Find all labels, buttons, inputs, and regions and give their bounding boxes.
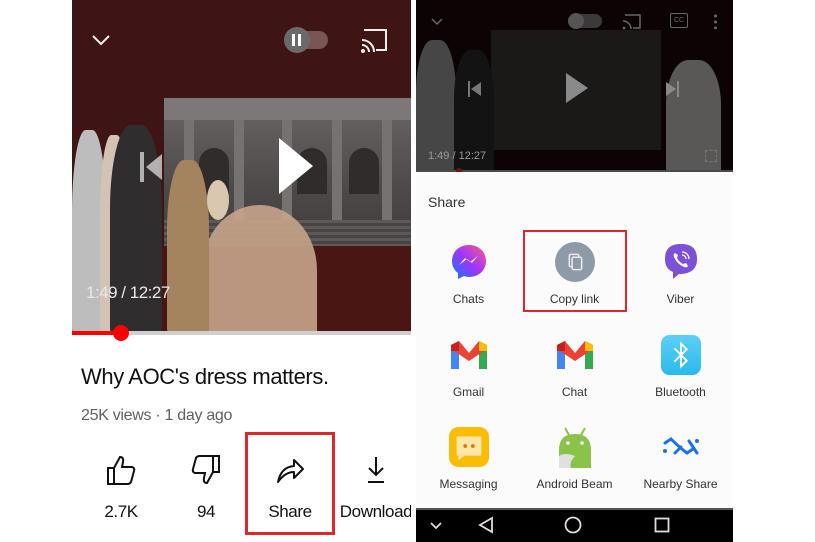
home-icon[interactable] [564,516,582,534]
share-target-messaging[interactable]: Messaging [416,427,521,491]
autoplay-toggle-icon[interactable] [284,26,330,54]
share-target-chat[interactable]: Chat [522,335,627,399]
share-sheet-title: Share [428,194,466,210]
skip-next-icon[interactable] [665,80,679,98]
progress-bar[interactable] [72,325,411,341]
more-vert-icon[interactable] [714,13,717,29]
chevron-down-icon[interactable] [430,17,444,27]
share-target-chats[interactable]: Chats [416,242,521,306]
thumbs-up-icon [107,455,136,485]
time-display: 1:49 / 12:27 [428,150,487,162]
cast-icon[interactable] [360,26,388,54]
play-icon[interactable] [566,73,588,103]
android-beam-icon [555,427,595,468]
chevron-down-icon[interactable] [91,33,111,47]
skip-previous-icon[interactable] [140,150,164,184]
thumbs-down-icon [191,455,220,485]
messaging-icon [448,427,489,467]
fullscreen-icon[interactable] [705,150,717,162]
skip-previous-icon[interactable] [468,80,482,98]
time-display: 1:49 / 12:27 [86,283,170,302]
cast-icon[interactable] [622,12,642,30]
download-button[interactable]: Download [336,452,411,522]
scrubber-handle[interactable] [113,325,130,341]
dislike-button[interactable]: 94 [166,452,246,522]
copy-link-highlight-box [523,230,627,312]
nearby-share-icon [661,427,701,467]
share-target-android-beam[interactable]: Android Beam [522,427,627,491]
share-target-bluetooth[interactable]: Bluetooth [628,335,733,399]
video-title: Why AOC's dress matters. [81,364,329,389]
like-button[interactable]: 2.7K [81,452,161,522]
recents-icon[interactable] [654,517,670,533]
video-meta: 25K views · 1 day ago [81,407,233,424]
bluetooth-icon [660,335,701,375]
hide-keyboard-icon[interactable] [430,522,442,530]
download-icon [368,457,384,483]
messenger-icon [449,242,489,282]
gmail-icon [449,335,489,375]
play-icon[interactable] [279,138,313,194]
viber-icon [661,242,701,282]
share-target-viber[interactable]: Viber [628,242,733,306]
share-highlight-box [245,432,335,535]
share-sheet: Share Chats Copy link Viber Gmail Chat B… [416,172,733,508]
video-player[interactable]: 1:49 / 12:27 [72,0,411,333]
autoplay-toggle-icon[interactable] [568,13,602,29]
captions-icon[interactable]: CC [670,13,688,28]
share-target-nearby-share[interactable]: Nearby Share [628,427,733,491]
back-icon[interactable] [478,516,494,534]
video-player-dimmed[interactable]: CC 1:49 / 12:27 [416,0,733,172]
share-target-gmail[interactable]: Gmail [416,335,521,399]
right-screen: CC 1:49 / 12:27 Share Chats Copy link Vi… [416,0,733,542]
gmail-chat-icon [555,335,595,375]
android-nav-bar [416,508,733,542]
left-screen: 1:49 / 12:27 Why AOC's dress matters. 25… [72,0,411,542]
